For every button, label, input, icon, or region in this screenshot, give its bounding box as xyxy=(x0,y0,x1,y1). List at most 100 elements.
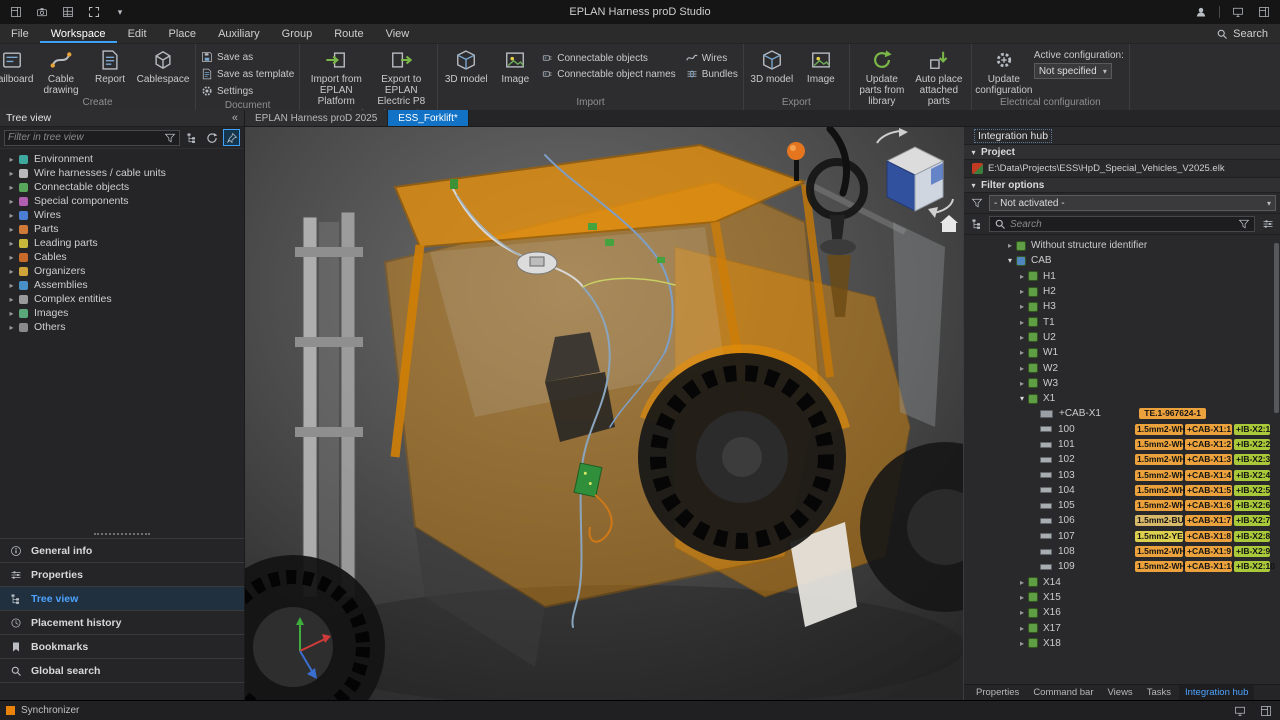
expand-chevron-icon[interactable] xyxy=(1016,302,1028,311)
hub-wire-row[interactable]: 105 1.5mm2-WH +CAB-X1:6 +IB-X2:6 xyxy=(964,498,1280,513)
expand-chevron-icon[interactable] xyxy=(6,323,17,332)
hub-tree-item[interactable]: H2 xyxy=(964,284,1280,299)
menu-item[interactable]: View xyxy=(375,24,421,43)
hub-wire-row[interactable]: 106 1.5mm2-BU +CAB-X1:7 +IB-X2:7 xyxy=(964,513,1280,528)
expand-chevron-icon[interactable] xyxy=(6,197,17,206)
hub-tree-item[interactable]: X18 xyxy=(964,636,1280,651)
active-configuration-select[interactable]: Not specified xyxy=(1034,63,1112,79)
hub-wire-row[interactable]: 104 1.5mm2-WH +CAB-X1:5 +IB-X2:5 xyxy=(964,483,1280,498)
expand-chevron-icon[interactable] xyxy=(1016,287,1028,296)
tree-item[interactable]: Images xyxy=(0,306,244,320)
expand-chevron-icon[interactable] xyxy=(1016,578,1028,587)
tree-item[interactable]: Complex entities xyxy=(0,292,244,306)
hub-tree-root-item[interactable]: CAB xyxy=(964,253,1280,268)
tree-item[interactable]: Organizers xyxy=(0,264,244,278)
app-icon[interactable] xyxy=(8,4,24,20)
menu-item[interactable]: Auxiliary xyxy=(207,24,271,43)
tree-item[interactable]: Others xyxy=(0,320,244,334)
panel-section[interactable]: Properties xyxy=(0,562,244,586)
auto-place-button[interactable]: Auto place attached parts xyxy=(912,46,966,108)
tree-filter-field[interactable] xyxy=(4,130,180,146)
synchronizer-label[interactable]: Synchronizer xyxy=(21,705,79,716)
import-wires-button[interactable]: Wires xyxy=(686,50,738,66)
tree-item[interactable]: Leading parts xyxy=(0,236,244,250)
filter-funnel-button[interactable] xyxy=(968,195,985,212)
layout-icon[interactable] xyxy=(1256,4,1272,20)
import-connectable-objects-button[interactable]: Connectable objects xyxy=(541,50,675,66)
hub-tab[interactable]: Tasks xyxy=(1141,685,1177,700)
structure-button[interactable] xyxy=(968,216,985,233)
export-to-p8-button[interactable]: Export to EPLAN Electric P8 xyxy=(370,46,432,108)
expand-chevron-icon[interactable] xyxy=(6,267,17,276)
tree-item-x1[interactable]: X1 xyxy=(964,391,1280,406)
hub-tree-item[interactable]: T1 xyxy=(964,314,1280,329)
tab-ess-forklift[interactable]: ESS_Forklift* xyxy=(388,110,468,126)
filter-options-header[interactable]: Filter options xyxy=(964,178,1280,193)
tree-item[interactable]: Environment xyxy=(0,152,244,166)
user-icon[interactable] xyxy=(1193,4,1209,20)
menu-item[interactable]: Edit xyxy=(117,24,158,43)
expand-chevron-icon[interactable] xyxy=(1016,394,1028,403)
cablespace-button[interactable]: Cablespace xyxy=(136,46,190,85)
export-image-button[interactable]: Image xyxy=(798,46,844,85)
hub-wire-row[interactable]: 108 1.5mm2-WH +CAB-X1:9 +IB-X2:9 xyxy=(964,544,1280,559)
search-filter-icon[interactable] xyxy=(1238,218,1250,230)
update-configuration-button[interactable]: Update configuration xyxy=(977,46,1031,96)
import-from-platform-button[interactable]: Import from EPLAN Platform xyxy=(305,46,367,108)
expand-chevron-icon[interactable] xyxy=(1016,639,1028,648)
expand-chevron-icon[interactable] xyxy=(1016,608,1028,617)
expand-chevron-icon[interactable] xyxy=(1016,624,1028,633)
panel-section[interactable]: Bookmarks xyxy=(0,634,244,658)
tree-item[interactable]: Cables xyxy=(0,250,244,264)
menu-item[interactable]: Workspace xyxy=(40,24,117,43)
hub-tab[interactable]: Views xyxy=(1102,685,1139,700)
import-connectable-names-button[interactable]: Connectable object names xyxy=(541,66,675,82)
panel-section[interactable]: General info xyxy=(0,538,244,562)
hub-wire-row[interactable]: 100 1.5mm2-WH +CAB-X1:1 +IB-X2:1 xyxy=(964,422,1280,437)
expand-chevron-icon[interactable] xyxy=(1016,348,1028,357)
expand-chevron-icon[interactable] xyxy=(1016,272,1028,281)
hub-tab[interactable]: Command bar xyxy=(1027,685,1099,700)
tree-item[interactable]: Parts xyxy=(0,222,244,236)
panel-section[interactable]: Tree view xyxy=(0,586,244,610)
tree-item[interactable]: Wires xyxy=(0,208,244,222)
expand-chevron-icon[interactable] xyxy=(1016,333,1028,342)
hub-tab[interactable]: Integration hub xyxy=(1179,685,1254,700)
filter-funnel-icon[interactable] xyxy=(164,132,176,144)
hub-tab[interactable]: Properties xyxy=(970,685,1025,700)
tree-item[interactable]: Wire harnesses / cable units xyxy=(0,166,244,180)
status-monitor-icon[interactable] xyxy=(1232,703,1248,719)
expand-chevron-icon[interactable] xyxy=(1004,241,1016,250)
fullscreen-icon[interactable] xyxy=(86,4,102,20)
capture-icon[interactable] xyxy=(34,4,50,20)
import-bundles-button[interactable]: Bundles xyxy=(686,66,738,82)
tree-filter-input[interactable] xyxy=(8,132,161,143)
expand-chevron-icon[interactable] xyxy=(6,225,17,234)
hub-wire-row[interactable]: 107 1.5mm2-YE +CAB-X1:8 +IB-X2:8 xyxy=(964,529,1280,544)
hub-tree-item[interactable]: H1 xyxy=(964,269,1280,284)
menu-item[interactable]: Place xyxy=(158,24,208,43)
tab-eplan-harness-prod[interactable]: EPLAN Harness proD 2025 xyxy=(245,110,388,126)
menu-item[interactable]: Route xyxy=(323,24,374,43)
tree-item[interactable]: Assemblies xyxy=(0,278,244,292)
import-3d-model-button[interactable]: 3D model xyxy=(443,46,489,85)
nailboard-button[interactable]: Nailboard xyxy=(0,46,35,85)
tree-item[interactable]: Special components xyxy=(0,194,244,208)
scrollbar-thumb[interactable] xyxy=(1274,243,1279,413)
cable-drawing-button[interactable]: Cable drawing xyxy=(38,46,84,96)
expand-chevron-icon[interactable] xyxy=(1004,256,1016,265)
filter-select[interactable]: - Not activated - xyxy=(989,195,1276,211)
panel-section[interactable]: Placement history xyxy=(0,610,244,634)
hub-wire-row[interactable]: 103 1.5mm2-WH +CAB-X1:4 +IB-X2:4 xyxy=(964,467,1280,482)
expand-chevron-icon[interactable] xyxy=(1016,318,1028,327)
grid-icon[interactable] xyxy=(60,4,76,20)
expand-chevron-icon[interactable] xyxy=(6,281,17,290)
hub-tree-item[interactable]: X14 xyxy=(964,575,1280,590)
hub-wire-row[interactable]: 101 1.5mm2-WH +CAB-X1:2 +IB-X2:2 xyxy=(964,437,1280,452)
tree-item-connector[interactable]: +CAB-X1 TE.1-967624-1 xyxy=(964,406,1280,421)
update-parts-button[interactable]: Update parts from library xyxy=(855,46,909,108)
sync-selection-button[interactable] xyxy=(203,129,220,146)
expand-chevron-icon[interactable] xyxy=(6,183,17,192)
menu-item[interactable]: File xyxy=(0,24,40,43)
hub-tree-item[interactable]: X17 xyxy=(964,620,1280,635)
